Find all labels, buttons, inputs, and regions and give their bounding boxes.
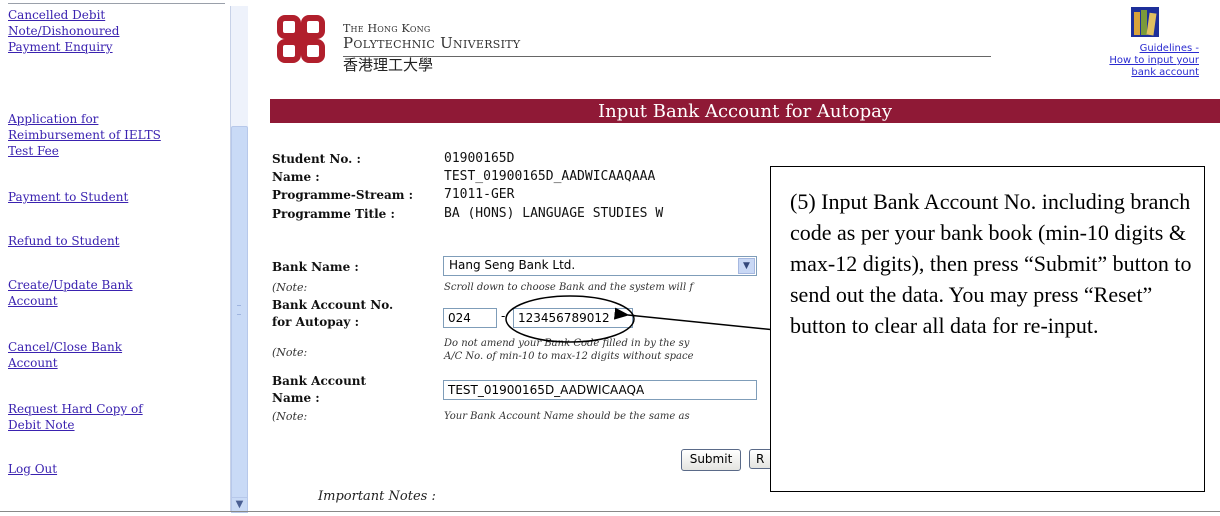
sidebar-item-payment-to-student[interactable]: Payment to Student bbox=[8, 189, 128, 205]
student-no-value: 01900165D bbox=[444, 151, 515, 166]
sidebar-item-label: Log Out bbox=[8, 462, 58, 476]
sidebar-item-label: Cancel/Close Bank bbox=[8, 340, 123, 354]
sidebar-item-request-hard-copy[interactable]: Request Hard Copy of Debit Note bbox=[8, 401, 143, 433]
account-name-label-line-2: Name : bbox=[272, 391, 320, 405]
sidebar-item-label: Payment to Student bbox=[8, 190, 129, 204]
account-no-input[interactable]: 123456789012 bbox=[513, 308, 633, 328]
sidebar-item-label: Request Hard Copy of bbox=[8, 402, 143, 416]
account-no-label-line-2: for Autopay : bbox=[272, 315, 359, 329]
university-name-line-2: Polytechnic University bbox=[343, 34, 521, 52]
sidebar-item-label: Debit Note bbox=[8, 418, 75, 432]
bank-name-selected: Hang Seng Bank Ltd. bbox=[449, 258, 576, 272]
account-name-label-line-1: Bank Account bbox=[272, 374, 367, 388]
programme-title-label: Programme Title : bbox=[272, 207, 395, 221]
bottom-divider bbox=[0, 511, 1220, 512]
sidebar-item-label: Test Fee bbox=[8, 144, 59, 158]
sidebar-item-label: Cancelled Debit bbox=[8, 8, 106, 22]
guidelines-link[interactable]: Guidelines - How to input your bank acco… bbox=[1062, 43, 1199, 79]
guidelines-link-line: Guidelines - bbox=[1139, 43, 1199, 54]
account-no-note-line-1: Do not amend your Bank Code filled in by… bbox=[444, 338, 690, 349]
student-name-value: TEST_01900165D_AADWICAAQAAA bbox=[444, 169, 656, 184]
page-title-bar: Input Bank Account for Autopay bbox=[270, 99, 1220, 123]
bank-code-value: 024 bbox=[448, 311, 471, 325]
programme-stream-value: 71011-GER bbox=[444, 187, 515, 202]
chevron-down-icon[interactable]: ▼ bbox=[738, 258, 755, 274]
note-label: (Note: bbox=[272, 410, 308, 423]
sidebar-item-label: Create/Update Bank bbox=[8, 278, 133, 292]
account-name-note: Your Bank Account Name should be the sam… bbox=[444, 411, 690, 422]
sidebar-item-label: Refund to Student bbox=[8, 234, 120, 248]
account-name-value: TEST_01900165D_AADWICAAQA bbox=[448, 383, 645, 397]
sidebar-item-refund-to-student[interactable]: Refund to Student bbox=[8, 233, 120, 249]
account-no-note-line-2: A/C No. of min-10 to max-12 digits witho… bbox=[444, 351, 694, 362]
header-divider bbox=[343, 56, 991, 57]
account-no-value: 123456789012 bbox=[518, 311, 610, 325]
student-no-label: Student No. : bbox=[272, 152, 361, 166]
polyu-logo-icon bbox=[277, 15, 325, 63]
sidebar-item-label: Payment Enquiry bbox=[8, 40, 113, 54]
bank-name-note: Scroll down to choose Bank and the syste… bbox=[444, 282, 694, 293]
note-label: (Note: bbox=[272, 281, 308, 294]
sidebar-item-ielts-reimbursement[interactable]: Application for Reimbursement of IELTS T… bbox=[8, 111, 161, 159]
sidebar-item-label: Application for bbox=[8, 112, 99, 126]
books-icon[interactable] bbox=[1130, 6, 1160, 38]
page-title: Input Bank Account for Autopay bbox=[597, 101, 892, 122]
guidelines-link-line: How to input your bbox=[1109, 55, 1199, 66]
sidebar-item-cancel-close-bank[interactable]: Cancel/Close Bank Account bbox=[8, 339, 122, 371]
account-no-label-line-1: Bank Account No. bbox=[272, 298, 394, 312]
sidebar: Cancelled Debit Note/Dishonoured Payment… bbox=[0, 0, 230, 516]
university-name-chinese: 香港理工大學 bbox=[343, 56, 434, 74]
programme-title-value: BA (HONS) LANGUAGE STUDIES W bbox=[444, 206, 664, 221]
account-name-input[interactable]: TEST_01900165D_AADWICAAQA bbox=[443, 380, 757, 400]
bank-code-input[interactable]: 024 bbox=[443, 308, 497, 328]
instruction-callout-text: (5) Input Bank Account No. including bra… bbox=[790, 189, 1192, 338]
note-label: (Note: bbox=[272, 346, 308, 359]
submit-button[interactable]: Submit bbox=[681, 449, 741, 471]
bank-name-label: Bank Name : bbox=[272, 260, 359, 274]
sidebar-item-log-out[interactable]: Log Out bbox=[8, 461, 57, 477]
student-name-label: Name : bbox=[272, 170, 320, 184]
bank-name-select[interactable]: Hang Seng Bank Ltd. ▼ bbox=[443, 256, 757, 276]
sidebar-item-label: Note/Dishonoured bbox=[8, 24, 120, 38]
sidebar-item-create-update-bank[interactable]: Create/Update Bank Account bbox=[8, 277, 132, 309]
important-notes-heading: Important Notes : bbox=[318, 489, 436, 504]
scrollbar-grip bbox=[237, 305, 241, 315]
sidebar-item-label: Reimbursement of IELTS bbox=[8, 128, 161, 142]
code-separator: - bbox=[501, 309, 506, 323]
sidebar-item-cancelled-debit[interactable]: Cancelled Debit Note/Dishonoured Payment… bbox=[8, 7, 119, 55]
programme-stream-label: Programme-Stream : bbox=[272, 188, 414, 202]
sidebar-item-label: Account bbox=[8, 356, 58, 370]
sidebar-item-label: Account bbox=[8, 294, 58, 308]
guidelines-link-line: bank account bbox=[1131, 67, 1199, 78]
